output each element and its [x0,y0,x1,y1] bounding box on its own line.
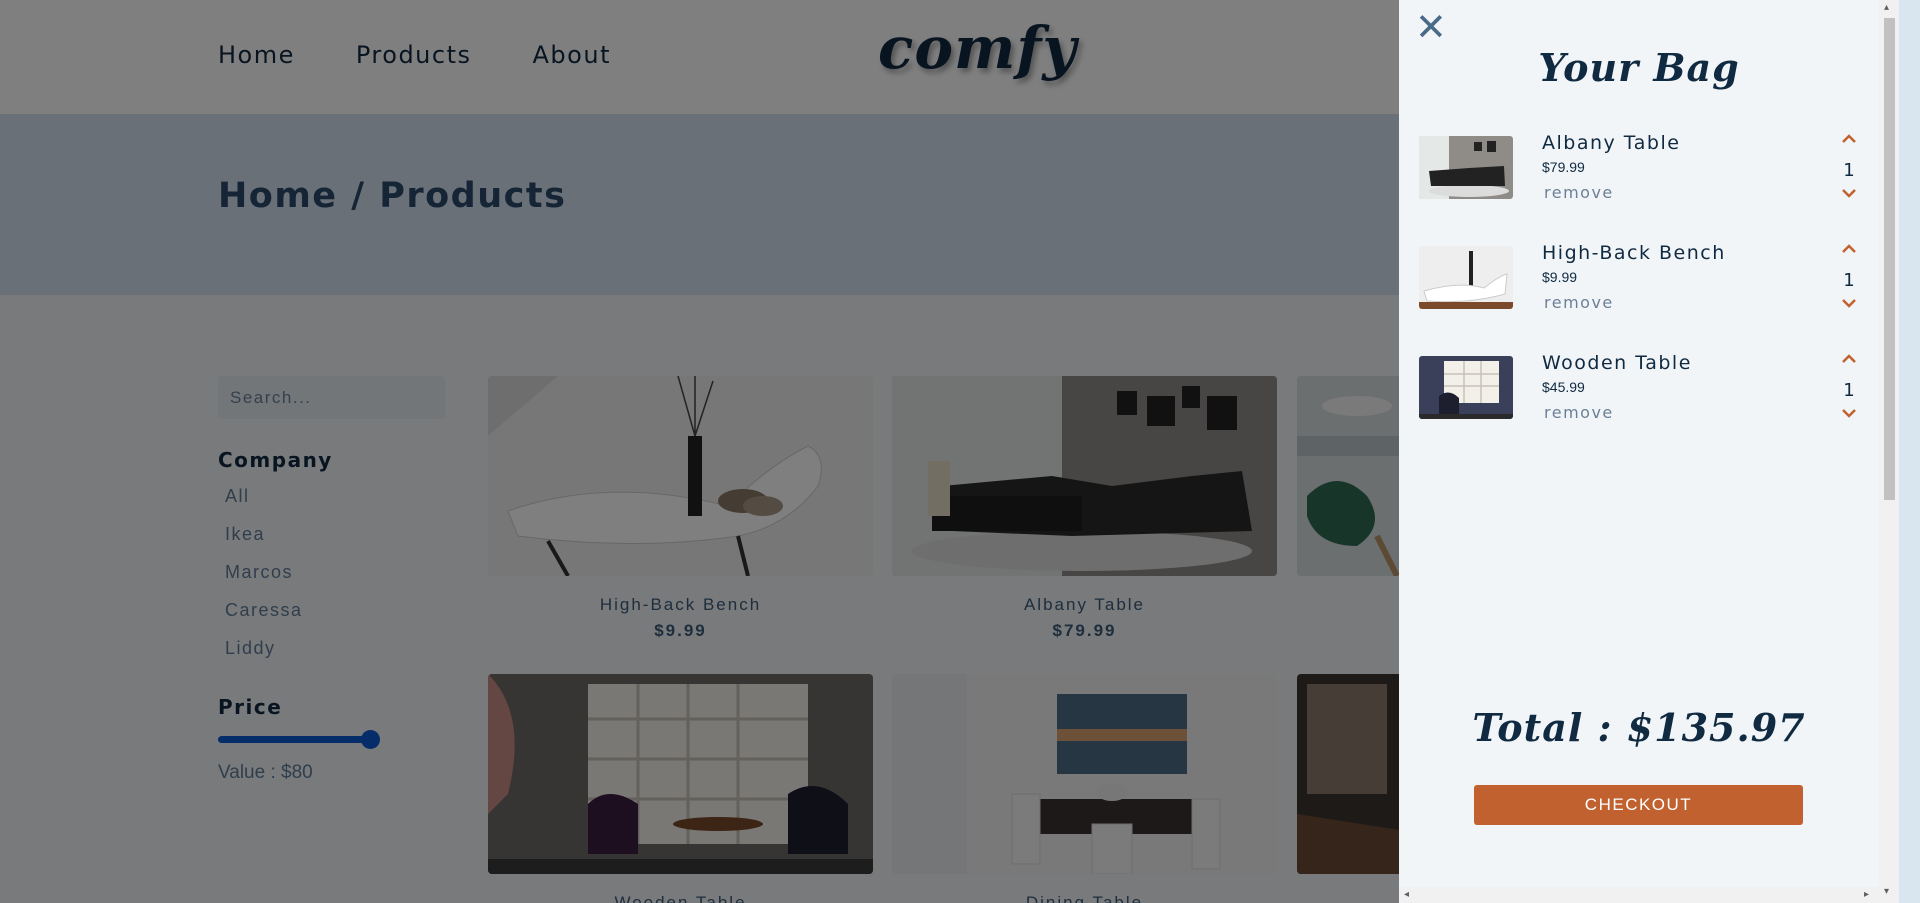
cart-item: High-Back Bench $9.99 remove 1 [1419,242,1859,322]
cart-item: Albany Table $79.99 remove 1 [1419,132,1859,212]
cart-item-price: $79.99 [1542,159,1585,175]
chevron-down-icon[interactable] [1841,406,1857,420]
chevron-down-icon[interactable] [1841,186,1857,200]
chevron-down-icon[interactable] [1841,296,1857,310]
remove-button[interactable]: remove [1544,293,1614,312]
chevron-up-icon[interactable] [1841,242,1857,256]
scroll-up-icon[interactable]: ▴ [1884,3,1889,13]
close-icon[interactable]: ✕ [1415,8,1447,46]
cart-horizontal-scrollbar[interactable] [1399,887,1879,903]
cart-item-image [1419,356,1513,419]
cart-item-image [1419,246,1513,309]
cart-item-quantity: 1 [1843,160,1855,181]
cart-title: Your Bag [1538,45,1740,90]
scroll-left-icon[interactable]: ◂ [1404,890,1409,900]
page-edge [1899,0,1920,903]
scrollbar-thumb[interactable] [1884,18,1895,500]
remove-button[interactable]: remove [1544,403,1614,422]
cart-item-quantity: 1 [1843,380,1855,401]
cart-total: Total : $135.97 [1472,705,1806,750]
cart-item-image [1419,136,1513,199]
cart-item: Wooden Table $45.99 remove 1 [1419,352,1859,432]
cart-item-name: High-Back Bench [1542,242,1726,264]
cart-panel: ✕ Your Bag Albany Table $79.99 remove 1 [1399,0,1879,903]
checkout-button[interactable]: CHECKOUT [1474,785,1803,825]
chevron-up-icon[interactable] [1841,132,1857,146]
cart-item-quantity: 1 [1843,270,1855,291]
scroll-right-icon[interactable]: ▸ [1864,890,1869,900]
cart-item-name: Wooden Table [1542,352,1692,374]
cart-item-name: Albany Table [1542,132,1681,154]
cart-item-price: $9.99 [1542,269,1578,285]
cart-item-price: $45.99 [1542,379,1585,395]
remove-button[interactable]: remove [1544,183,1614,202]
chevron-up-icon[interactable] [1841,352,1857,366]
scroll-down-icon[interactable]: ▾ [1884,887,1889,897]
